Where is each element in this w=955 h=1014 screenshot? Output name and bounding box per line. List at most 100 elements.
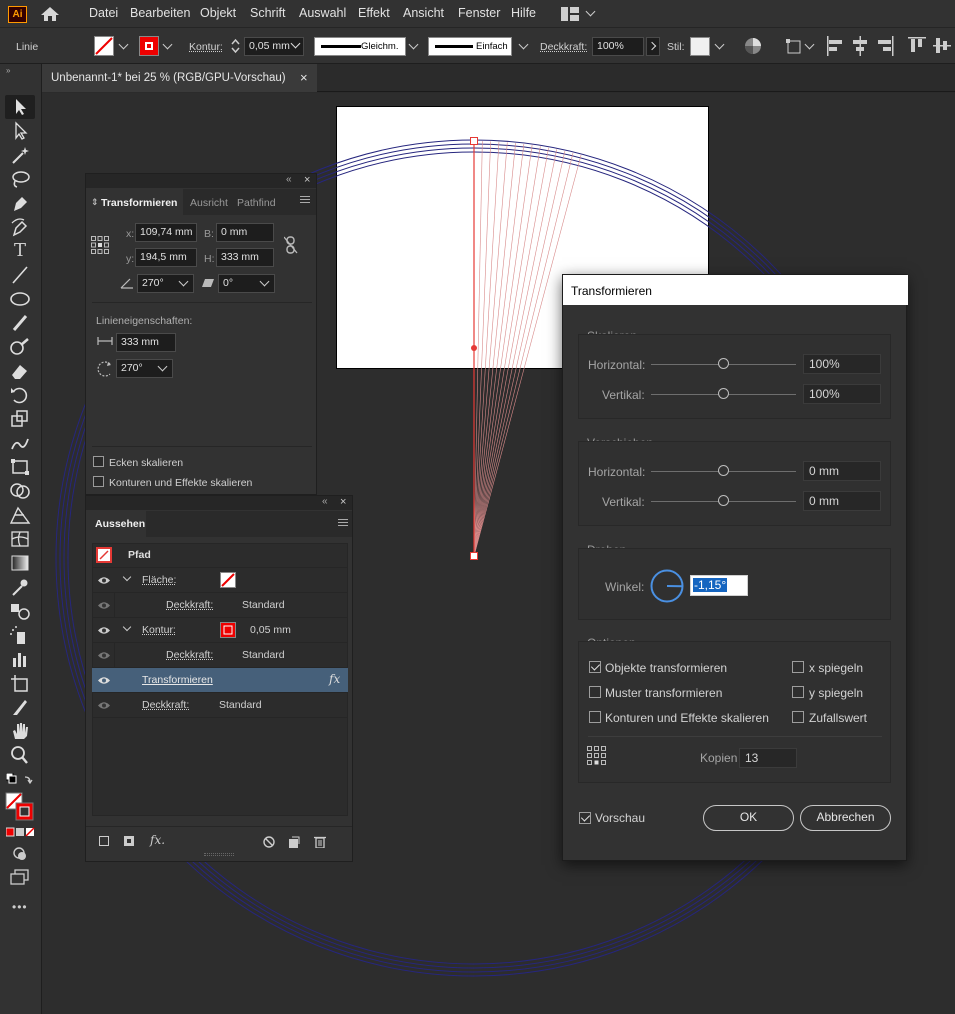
menu-datei[interactable]: Datei — [89, 6, 118, 20]
chevron-down-icon[interactable] — [714, 39, 725, 50]
w-input[interactable]: 0 mm — [216, 223, 274, 242]
panel-collapse-icon[interactable]: « — [286, 174, 292, 185]
slice-icon[interactable] — [8, 697, 32, 717]
tab-appearance[interactable]: Aussehen — [95, 518, 145, 530]
resize-grip[interactable] — [204, 853, 234, 856]
move-v-input[interactable]: 0 mm — [803, 491, 881, 511]
default-colors-icon[interactable] — [6, 773, 34, 789]
chevron-down-icon[interactable] — [162, 39, 173, 50]
warp-tool-icon[interactable] — [8, 433, 32, 453]
color-mode-icons[interactable] — [6, 827, 36, 837]
fx-icon[interactable]: fx — [329, 672, 340, 686]
screen-mode-icon[interactable] — [10, 869, 30, 885]
eye-icon[interactable] — [97, 701, 111, 710]
rotate-tool-icon[interactable] — [8, 385, 32, 405]
ok-button[interactable]: OK — [703, 805, 794, 831]
align-left-icon[interactable] — [826, 36, 844, 56]
chevron-down-icon[interactable] — [122, 622, 132, 632]
move-v-slider-knob[interactable] — [718, 495, 729, 506]
fill-stroke-swatches-icon[interactable] — [5, 792, 35, 822]
eye-icon[interactable] — [97, 576, 111, 585]
move-h-slider-knob[interactable] — [718, 465, 729, 476]
reference-point-icon[interactable] — [91, 236, 109, 254]
menu-bearbeiten[interactable]: Bearbeiten — [130, 6, 190, 20]
cancel-button[interactable]: Abbrechen — [800, 805, 891, 831]
patterns-checkbox[interactable] — [589, 686, 601, 698]
panel-menu-icon[interactable] — [338, 519, 348, 520]
random-checkbox[interactable] — [792, 711, 804, 723]
align-to-icon[interactable] — [786, 37, 804, 55]
menu-hilfe[interactable]: Hilfe — [511, 6, 536, 20]
scale-v-input[interactable]: 100% — [803, 384, 881, 404]
stroke-opacity-row[interactable]: Deckkraft: Standard — [92, 643, 348, 668]
perspective-icon[interactable] — [8, 505, 32, 525]
lasso-icon[interactable] — [8, 169, 32, 189]
align-right-icon[interactable] — [876, 36, 894, 56]
stroke-label[interactable]: Kontur: — [142, 624, 176, 636]
rotate-dial-icon[interactable] — [649, 568, 685, 604]
y-input[interactable]: 194,5 mm — [135, 248, 197, 267]
add-effect-icon[interactable]: fx. — [150, 833, 165, 847]
stroke-label[interactable]: Kontur: — [189, 41, 223, 53]
menu-ansicht[interactable]: Ansicht — [403, 6, 444, 20]
strokes-checkbox[interactable] — [589, 711, 601, 723]
add-fill-icon[interactable] — [124, 836, 134, 846]
chevron-down-icon[interactable] — [518, 39, 529, 50]
recolor-icon[interactable] — [744, 37, 762, 55]
align-top-icon[interactable] — [908, 36, 926, 56]
angle-input[interactable]: -1,15° — [690, 575, 748, 596]
fill-row[interactable]: Fläche: — [92, 568, 348, 593]
preview-checkbox[interactable] — [579, 812, 591, 824]
scale-v-slider-knob[interactable] — [718, 388, 729, 399]
duplicate-item-icon[interactable] — [288, 836, 300, 848]
eye-icon[interactable] — [97, 676, 111, 685]
fill-label[interactable]: Fläche: — [142, 574, 176, 586]
clear-appearance-icon[interactable] — [263, 836, 275, 848]
chevron-down-icon[interactable] — [804, 39, 815, 50]
tab-pathfinder[interactable]: Pathfind — [237, 197, 276, 209]
copies-input[interactable]: 13 — [739, 748, 797, 768]
tab-align[interactable]: Ausricht — [190, 197, 228, 209]
stroke-weight-value[interactable]: 0,05 mm — [250, 624, 291, 636]
panel-menu-icon[interactable] — [300, 196, 310, 197]
h-input[interactable]: 333 mm — [216, 248, 274, 267]
fill-none-swatch-icon[interactable] — [94, 36, 114, 56]
scale-h-input[interactable]: 100% — [803, 354, 881, 374]
symbol-sprayer-icon[interactable] — [8, 625, 32, 645]
scale-corners-checkbox[interactable] — [93, 456, 104, 467]
gradient-icon[interactable] — [8, 553, 32, 573]
appearance-object-row[interactable]: Pfad — [92, 543, 348, 568]
shape-builder-icon[interactable] — [8, 481, 32, 501]
menu-objekt[interactable]: Objekt — [200, 6, 236, 20]
eye-icon[interactable] — [97, 651, 111, 660]
menu-schrift[interactable]: Schrift — [250, 6, 285, 20]
blend-icon[interactable] — [8, 601, 32, 621]
scale-strokes-checkbox[interactable] — [93, 476, 104, 487]
chevron-down-icon[interactable] — [118, 39, 129, 50]
panel-close-icon[interactable]: × — [340, 496, 346, 508]
direct-selection-tool-icon[interactable] — [8, 121, 32, 141]
fill-opacity-label[interactable]: Deckkraft: — [166, 599, 213, 611]
style-swatch[interactable] — [690, 37, 710, 56]
reflect-y-checkbox[interactable] — [792, 686, 804, 698]
reflect-x-checkbox[interactable] — [792, 661, 804, 673]
paintbrush-icon[interactable] — [8, 313, 32, 333]
stroke-opacity-label[interactable]: Deckkraft: — [166, 649, 213, 661]
scale-h-slider-knob[interactable] — [718, 358, 729, 369]
blob-brush-icon[interactable] — [8, 337, 32, 357]
more-tools-icon[interactable]: ••• — [12, 900, 28, 914]
x-input[interactable]: 109,74 mm — [135, 223, 197, 242]
menu-fenster[interactable]: Fenster — [458, 6, 500, 20]
line-length-input[interactable]: 333 mm — [116, 333, 176, 352]
graph-icon[interactable] — [8, 649, 32, 669]
zoom-icon[interactable] — [8, 745, 32, 765]
effect-row-selected[interactable]: Transformieren fx — [92, 668, 348, 693]
panel-close-icon[interactable]: × — [304, 174, 310, 186]
document-tab[interactable]: Unbenannt-1* bei 25 % (RGB/GPU-Vorschau)… — [42, 64, 317, 92]
hand-icon[interactable] — [8, 721, 32, 741]
align-middle-icon[interactable] — [933, 36, 951, 56]
menu-auswahl[interactable]: Auswahl — [299, 6, 346, 20]
opacity-label[interactable]: Deckkraft: — [142, 699, 189, 711]
effect-label[interactable]: Transformieren — [142, 674, 213, 686]
chevron-down-icon[interactable] — [585, 6, 596, 17]
